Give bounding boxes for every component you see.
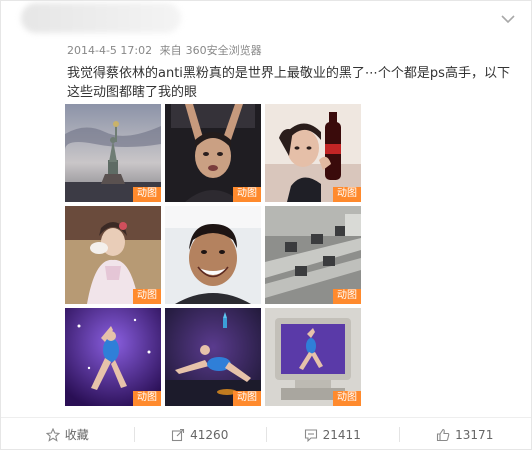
animated-badge: 动图 bbox=[233, 187, 261, 202]
animated-badge: 动图 bbox=[333, 187, 361, 202]
smiling-man-image bbox=[165, 206, 261, 304]
post-text: 我觉得蔡依林的anti黑粉真的是世界上最敬业的黑了⋯个个都是ps高手，以下这些动… bbox=[67, 66, 510, 100]
animated-badge: 动图 bbox=[233, 391, 261, 406]
weibo-post-card: 2014-4-5 17:02 来自 360安全浏览器 我觉得蔡依林的anti黑粉真… bbox=[0, 0, 532, 450]
repost-count: 41260 bbox=[190, 427, 229, 442]
animated-badge: 动图 bbox=[133, 187, 161, 202]
favorite-label: 收藏 bbox=[64, 428, 89, 442]
image-thumb-dancer-2[interactable]: 动图 bbox=[165, 308, 261, 406]
post-meta: 2014-4-5 17:02 来自 360安全浏览器 bbox=[67, 42, 262, 58]
animated-badge: 动图 bbox=[133, 289, 161, 304]
blurred-username bbox=[21, 3, 181, 33]
image-thumb-office[interactable]: 动图 bbox=[265, 206, 361, 304]
post-source[interactable]: 360安全浏览器 bbox=[186, 44, 262, 57]
image-thumb-smiling-man[interactable] bbox=[165, 206, 261, 304]
image-thumb-dancer-1[interactable]: 动图 bbox=[65, 308, 161, 406]
repost-button[interactable]: 41260 bbox=[133, 418, 267, 451]
image-thumb-monitor[interactable]: 动图 bbox=[265, 308, 361, 406]
thumbs-up-icon bbox=[437, 428, 450, 441]
action-bar: 收藏 41260 21411 13171 bbox=[1, 417, 531, 451]
like-button[interactable]: 13171 bbox=[398, 418, 532, 451]
image-thumb-fan[interactable]: 动图 bbox=[65, 206, 161, 304]
image-thumb-cola[interactable]: 动图 bbox=[265, 104, 361, 202]
star-icon bbox=[45, 427, 60, 442]
post-date[interactable]: 2014-4-5 17:02 bbox=[67, 44, 152, 57]
image-grid: 动图 动图 动图 动图 动图 动图 动图 动图 bbox=[65, 104, 365, 408]
comment-count: 21411 bbox=[322, 427, 361, 442]
comment-icon bbox=[304, 428, 317, 442]
image-thumb-statue[interactable]: 动图 bbox=[65, 104, 161, 202]
image-thumb-woman-reaching[interactable]: 动图 bbox=[165, 104, 261, 202]
animated-badge: 动图 bbox=[133, 391, 161, 406]
like-count: 13171 bbox=[455, 427, 494, 442]
chevron-down-icon[interactable] bbox=[499, 11, 517, 25]
comment-button[interactable]: 21411 bbox=[266, 418, 399, 451]
animated-badge: 动图 bbox=[333, 391, 361, 406]
animated-badge: 动图 bbox=[333, 289, 361, 304]
favorite-button[interactable]: 收藏 bbox=[1, 418, 134, 451]
repost-icon bbox=[172, 428, 185, 441]
source-prefix: 来自 bbox=[159, 44, 182, 57]
